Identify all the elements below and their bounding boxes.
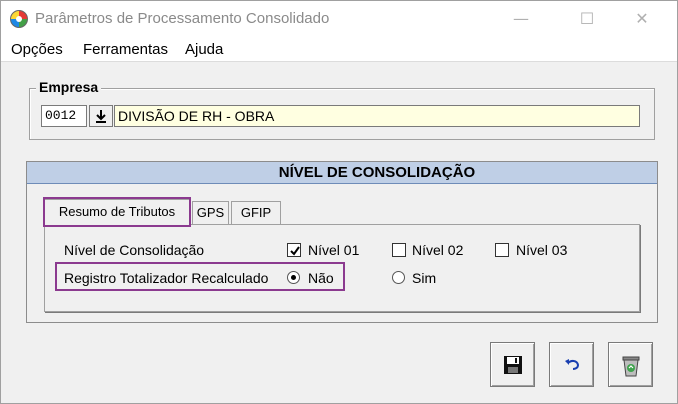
undo-button[interactable] bbox=[549, 342, 594, 387]
nivel-consolidacao-label: Nível de Consolidação bbox=[64, 242, 205, 258]
empresa-lookup-button[interactable] bbox=[89, 105, 113, 127]
registro-totalizador-label: Registro Totalizador Recalculado bbox=[64, 270, 269, 286]
close-button[interactable]: ✕ bbox=[622, 7, 662, 31]
menu-ajuda[interactable]: Ajuda bbox=[185, 41, 223, 58]
checkmark-icon bbox=[290, 246, 300, 256]
menu-separator bbox=[1, 61, 677, 62]
recycle-bin-icon bbox=[622, 356, 640, 377]
undo-arrow-icon bbox=[565, 359, 580, 370]
tab-gps[interactable]: GPS bbox=[192, 201, 229, 224]
radio-selected-dot bbox=[291, 275, 296, 280]
main-window: Parâmetros de Processamento Consolidado … bbox=[0, 0, 678, 404]
sim-radio[interactable] bbox=[392, 271, 405, 284]
menu-bar: Opções Ferramentas Ajuda bbox=[1, 37, 677, 61]
tab-resumo-de-tributos[interactable]: Resumo de Tributos bbox=[44, 199, 190, 225]
tab-page-resumo: Nível de Consolidação Nível 01 Nível 02 … bbox=[44, 224, 640, 312]
empresa-code-input[interactable]: 0012 bbox=[41, 105, 87, 127]
sim-label[interactable]: Sim bbox=[412, 270, 436, 286]
menu-opcoes[interactable]: Opções bbox=[11, 41, 63, 58]
nao-radio[interactable] bbox=[287, 271, 300, 284]
minimize-button[interactable]: — bbox=[501, 7, 541, 31]
empresa-name-field[interactable]: DIVISÃO DE RH - OBRA bbox=[114, 105, 640, 127]
app-logo-icon bbox=[10, 10, 28, 28]
floppy-disk-icon bbox=[504, 356, 522, 374]
nivel-02-label[interactable]: Nível 02 bbox=[412, 242, 463, 258]
save-button[interactable] bbox=[490, 342, 535, 387]
nao-label[interactable]: Não bbox=[308, 270, 334, 286]
empresa-group: Empresa 0012 DIVISÃO DE RH - OBRA bbox=[29, 79, 655, 140]
consolidation-panel: NÍVEL DE CONSOLIDAÇÃO Resumo de Tributos… bbox=[26, 161, 658, 323]
nivel-03-checkbox[interactable] bbox=[495, 243, 509, 257]
window-title: Parâmetros de Processamento Consolidado bbox=[35, 10, 330, 27]
empresa-legend: Empresa bbox=[36, 79, 102, 95]
consolidation-header: NÍVEL DE CONSOLIDAÇÃO bbox=[27, 162, 657, 184]
nivel-01-label[interactable]: Nível 01 bbox=[308, 242, 359, 258]
maximize-button[interactable]: ☐ bbox=[567, 7, 607, 31]
nivel-03-label[interactable]: Nível 03 bbox=[516, 242, 567, 258]
delete-button[interactable] bbox=[608, 342, 653, 387]
nivel-02-checkbox[interactable] bbox=[392, 243, 406, 257]
menu-ferramentas[interactable]: Ferramentas bbox=[83, 41, 168, 58]
tab-gfip[interactable]: GFIP bbox=[231, 201, 281, 224]
title-bar: Parâmetros de Processamento Consolidado … bbox=[1, 1, 677, 37]
nivel-01-checkbox[interactable] bbox=[287, 243, 301, 257]
download-arrow-icon bbox=[96, 110, 106, 123]
